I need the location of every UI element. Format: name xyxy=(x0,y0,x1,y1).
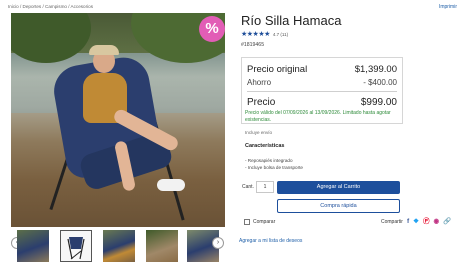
compare-label: Comparar xyxy=(253,219,276,225)
discount-badge: % xyxy=(199,16,225,42)
savings-value: - $400.00 xyxy=(363,78,397,87)
thumbnail-3[interactable] xyxy=(103,230,135,262)
product-sku: #1819465 xyxy=(241,42,265,48)
rating[interactable]: ★★★★★ 4.7 (11) xyxy=(241,31,288,38)
features-list: - Reposapiés integrado - Incluye bolsa d… xyxy=(245,157,303,171)
add-to-cart-button[interactable]: Agregar al Carrito xyxy=(277,181,400,194)
breadcrumb[interactable]: Inicio / Deportes / Campismo / Accesorio… xyxy=(8,4,93,9)
original-price-row: Precio original $1,399.00 xyxy=(247,64,397,75)
compare-checkbox-group[interactable]: Comparar xyxy=(244,219,275,225)
pinterest-icon[interactable]: Ⓟ xyxy=(423,218,430,226)
shipping-text: Incluye envío xyxy=(245,130,273,135)
quantity-input[interactable]: 1 xyxy=(256,181,274,193)
compare-checkbox[interactable] xyxy=(244,219,250,225)
features-title: Características xyxy=(245,143,285,149)
wishlist-link[interactable]: Agregar a mi lista de deseos xyxy=(239,238,302,244)
person-shoes xyxy=(157,179,185,191)
feature-item: - Incluye bolsa de transporte xyxy=(245,165,303,170)
thumbnail-carousel: ‹ › xyxy=(11,230,225,264)
star-rating-icon: ★★★★★ xyxy=(241,31,270,38)
person-hat xyxy=(89,45,119,55)
print-link[interactable]: Imprimir xyxy=(439,4,457,10)
product-title: Río Silla Hamaca xyxy=(241,13,342,28)
price-validity-text: Precio válido del 07/09/2026 al 13/09/20… xyxy=(245,110,391,123)
thumbnail-1[interactable] xyxy=(17,230,49,262)
original-price-label: Precio original xyxy=(247,64,308,75)
share-label: Compartir xyxy=(381,219,403,225)
quick-buy-button[interactable]: Compra rápida xyxy=(277,199,400,213)
quantity-label: Cant. xyxy=(242,184,254,190)
chevron-right-icon[interactable]: › xyxy=(212,237,224,249)
link-icon[interactable]: 🔗 xyxy=(443,218,451,226)
instagram-icon[interactable]: ◉ xyxy=(433,218,439,226)
product-main-image[interactable] xyxy=(11,13,225,227)
price-label: Precio xyxy=(247,97,276,108)
thumbnail-4[interactable] xyxy=(146,230,178,262)
savings-row: Ahorro - $400.00 xyxy=(247,78,397,87)
chair-icon xyxy=(67,237,85,260)
savings-label: Ahorro xyxy=(247,78,272,87)
thumbnail-2[interactable] xyxy=(60,230,92,262)
feature-item: - Reposapiés integrado xyxy=(245,158,293,163)
price-divider xyxy=(247,91,397,92)
price-value: $999.00 xyxy=(360,97,397,108)
original-price-value: $1,399.00 xyxy=(354,64,397,75)
final-price-row: Precio $999.00 xyxy=(247,97,397,108)
twitter-icon[interactable]: ❖ xyxy=(413,218,419,226)
share-bar: Compartir f ❖ Ⓟ ◉ 🔗 xyxy=(381,218,451,226)
facebook-icon[interactable]: f xyxy=(407,218,409,226)
rating-count: 4.7 (11) xyxy=(272,32,289,37)
